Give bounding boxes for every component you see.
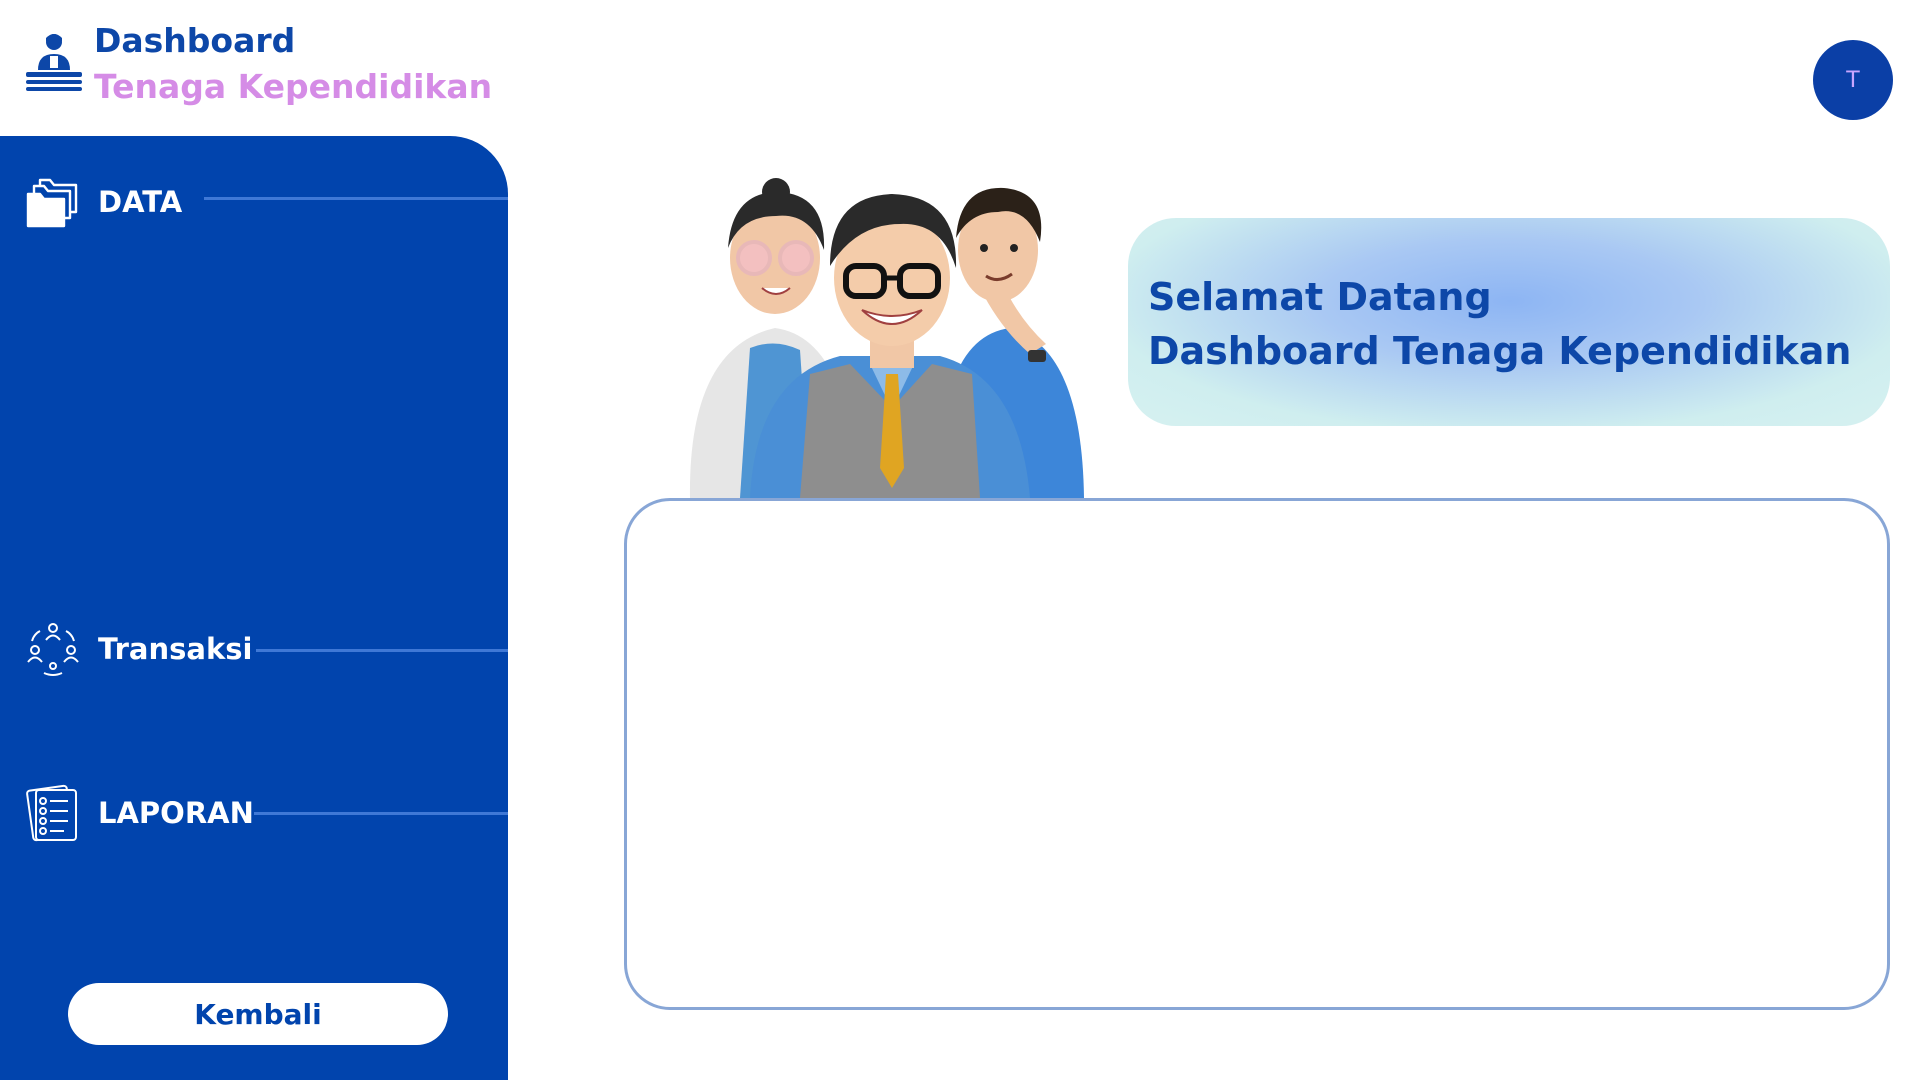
sidebar: DATA Transaksi LAPORAN Kembali — [0, 136, 508, 1080]
divider — [254, 812, 508, 815]
teacher-desk-icon — [26, 34, 82, 91]
sidebar-item-label: LAPORAN — [98, 796, 254, 830]
folder-icon — [26, 178, 78, 228]
sidebar-item-data[interactable]: DATA — [24, 173, 182, 231]
dashboard-page: Dashboard Tenaga Kependidikan T DATA Tra… — [0, 0, 1920, 1080]
brand-logo: Dashboard Tenaga Kependidikan — [24, 18, 492, 110]
report-checklist-icon — [26, 784, 77, 842]
content-panel — [624, 498, 1890, 1010]
people-exchange-icon — [27, 623, 79, 676]
sidebar-item-transaksi[interactable]: Transaksi — [24, 620, 252, 678]
staff-illustration — [689, 178, 1084, 498]
sidebar-item-label: Transaksi — [98, 632, 253, 666]
user-avatar[interactable]: T — [1813, 40, 1893, 120]
app-title: Dashboard — [94, 21, 296, 60]
sidebar-item-laporan[interactable]: LAPORAN — [24, 784, 254, 842]
divider — [256, 649, 508, 652]
divider — [204, 197, 508, 200]
sidebar-item-label: DATA — [98, 185, 183, 219]
welcome-banner: Selamat Datang Dashboard Tenaga Kependid… — [1128, 218, 1890, 426]
back-button[interactable]: Kembali — [68, 983, 448, 1045]
welcome-subheading: Dashboard Tenaga Kependidikan — [1148, 329, 1852, 373]
app-subtitle: Tenaga Kependidikan — [94, 67, 493, 106]
welcome-heading: Selamat Datang — [1148, 275, 1492, 319]
